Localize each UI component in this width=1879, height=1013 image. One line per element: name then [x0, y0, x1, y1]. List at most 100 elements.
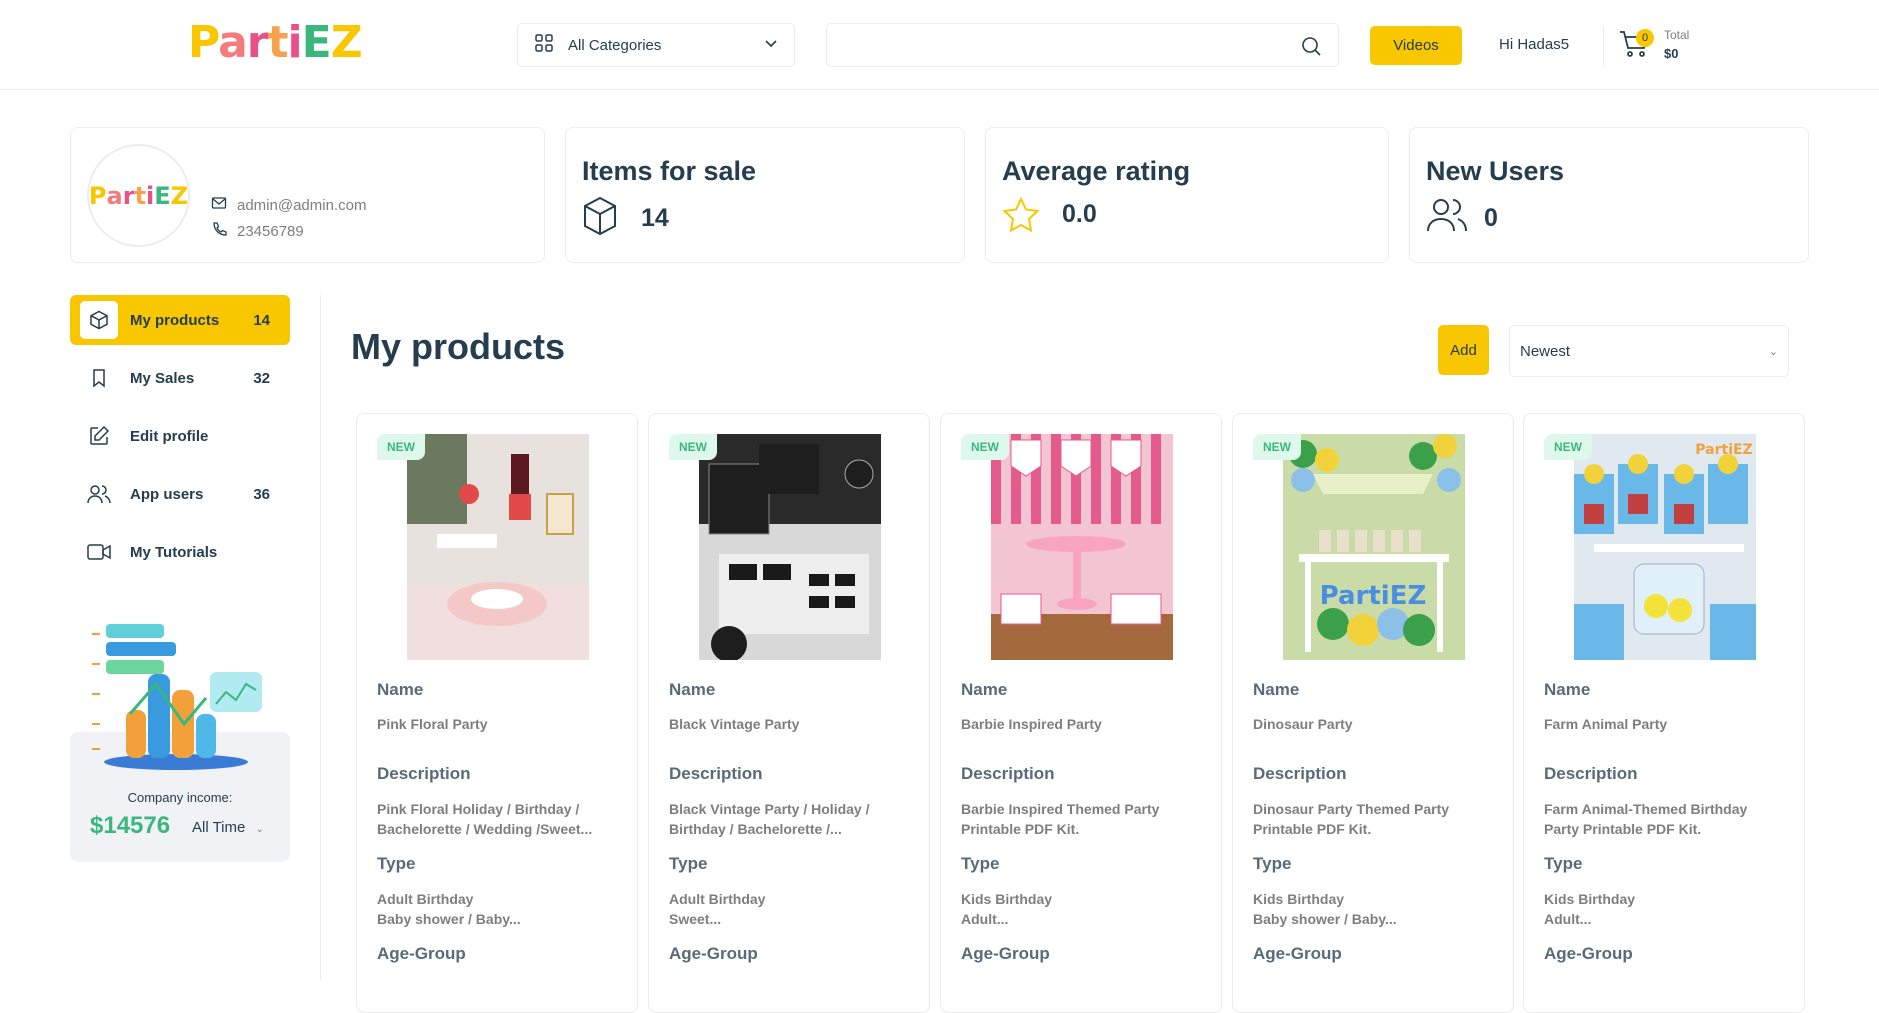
- product-card[interactable]: NEW PartiEZ Name Farm Animal Party Descr…: [1523, 413, 1805, 1013]
- type-label: Type: [961, 854, 1000, 873]
- product-image[interactable]: [407, 434, 589, 660]
- add-button[interactable]: Add: [1438, 325, 1489, 375]
- name-label: Name: [961, 680, 1008, 699]
- name-label: Name: [1544, 680, 1591, 699]
- sidebar-item-count: 32: [253, 369, 270, 387]
- age-group-label: Age-Group: [1544, 944, 1633, 963]
- type-label: Type: [1253, 854, 1292, 873]
- cart-count-badge: 0: [1636, 29, 1654, 47]
- product-name: Dinosaur Party: [1253, 716, 1353, 732]
- income-illustration: [86, 614, 266, 779]
- sidebar-item-count: 36: [253, 485, 270, 503]
- new-badge: NEW: [1544, 434, 1592, 460]
- product-image[interactable]: [991, 434, 1173, 660]
- product-name: Farm Animal Party: [1544, 716, 1668, 732]
- product-description: Farm Animal-Themed Birthday Party Printa…: [1544, 801, 1748, 837]
- grid-icon: [534, 33, 554, 57]
- age-group-label: Age-Group: [669, 944, 758, 963]
- description-label: Description: [669, 764, 763, 783]
- product-type: Adult Birthday Sweet...: [669, 891, 766, 927]
- product-image[interactable]: PartiEZ: [1283, 434, 1465, 660]
- description-label: Description: [1544, 764, 1638, 783]
- age-group-label: Age-Group: [961, 944, 1050, 963]
- video-icon: [80, 533, 118, 571]
- product-type: Kids Birthday Adult...: [961, 891, 1053, 927]
- product-card[interactable]: NEW Name Black Vintage Party Description…: [648, 413, 930, 1013]
- product-card[interactable]: NEW PartiEZ Name Dinosaur Party Descript…: [1232, 413, 1514, 1013]
- category-select[interactable]: All Categories: [517, 23, 795, 67]
- stat-value: 0.0: [1062, 200, 1097, 228]
- product-description: Pink Floral Holiday / Birthday / Bachelo…: [377, 801, 593, 837]
- product-image[interactable]: PartiEZ: [1574, 434, 1756, 660]
- sidebar-item-label: My products: [130, 311, 220, 329]
- profile-phone: 23456789: [211, 221, 304, 241]
- new-badge: NEW: [377, 434, 425, 460]
- name-label: Name: [1253, 680, 1300, 699]
- search-input[interactable]: [826, 23, 1339, 67]
- stat-value: 0: [1484, 204, 1498, 232]
- divider: [320, 295, 321, 980]
- new-badge: NEW: [961, 434, 1009, 460]
- profile-email: admin@admin.com: [211, 195, 366, 215]
- product-description: Black Vintage Party / Holiday / Birthday…: [669, 801, 870, 837]
- type-label: Type: [669, 854, 708, 873]
- sort-select[interactable]: Newest ⌄: [1509, 325, 1789, 377]
- user-greeting[interactable]: Hi Hadas5: [1499, 36, 1569, 53]
- bookmark-icon: [80, 359, 118, 397]
- chevron-down-icon: [764, 36, 778, 54]
- income-label: Company income:: [127, 790, 233, 805]
- product-image[interactable]: [699, 434, 881, 660]
- svg-text:PartiEZ: PartiEZ: [1695, 442, 1752, 458]
- box-icon: [582, 196, 618, 241]
- description-label: Description: [961, 764, 1055, 783]
- sidebar: My products 14 My Sales 32 Edit profile …: [70, 295, 290, 585]
- box-icon: [80, 301, 118, 339]
- product-name: Black Vintage Party: [669, 716, 800, 732]
- product-name: Pink Floral Party: [377, 716, 488, 732]
- avatar: PartiEZ: [87, 144, 190, 247]
- income-period-select[interactable]: All Time ⌄: [192, 819, 264, 836]
- income-period-label: All Time: [192, 819, 246, 836]
- type-label: Type: [1544, 854, 1583, 873]
- product-card[interactable]: NEW Name Barbie Inspired Party Descripti…: [940, 413, 1222, 1013]
- phone-icon: [211, 221, 237, 241]
- page-title: My products: [351, 326, 566, 367]
- new-badge: NEW: [669, 434, 717, 460]
- product-type: Adult Birthday Baby shower / Baby...: [377, 891, 521, 927]
- email-text: admin@admin.com: [237, 196, 367, 214]
- name-label: Name: [377, 680, 424, 699]
- users-icon: [1426, 196, 1468, 239]
- divider: [1603, 26, 1604, 66]
- description-label: Description: [377, 764, 471, 783]
- chevron-down-icon: ⌄: [1768, 345, 1778, 358]
- product-name: Barbie Inspired Party: [961, 716, 1102, 732]
- chevron-down-icon: ⌄: [255, 824, 264, 835]
- income-value: $14576: [90, 812, 171, 839]
- product-description: Barbie Inspired Themed Party Printable P…: [961, 801, 1160, 837]
- sidebar-item-my-products[interactable]: My products 14: [70, 295, 290, 345]
- sidebar-item-my-tutorials[interactable]: My Tutorials: [70, 527, 290, 577]
- profile-card: PartiEZ admin@admin.com 23456789: [70, 127, 545, 263]
- stat-card-items: Items for sale 14: [565, 127, 965, 263]
- users-icon: [80, 475, 118, 513]
- star-icon: [1002, 196, 1040, 239]
- sidebar-item-edit-profile[interactable]: Edit profile: [70, 411, 290, 461]
- product-type: Kids Birthday Adult...: [1544, 891, 1636, 927]
- product-description: Dinosaur Party Themed Party Printable PD…: [1253, 801, 1450, 837]
- category-label: All Categories: [568, 36, 662, 54]
- description-label: Description: [1253, 764, 1347, 783]
- stat-title: New Users: [1426, 156, 1565, 186]
- sidebar-item-app-users[interactable]: App users 36: [70, 469, 290, 519]
- phone-text: 23456789: [237, 222, 304, 240]
- header: PartiEZ All Categories Videos Hi Hadas5 …: [0, 0, 1879, 90]
- total-value: $0: [1664, 46, 1679, 61]
- logo[interactable]: PartiEZ: [188, 18, 363, 68]
- videos-button[interactable]: Videos: [1370, 26, 1462, 65]
- mail-icon: [211, 195, 237, 215]
- product-card[interactable]: NEW Name Pink Floral Party Description P…: [356, 413, 638, 1013]
- stat-card-rating: Average rating 0.0: [985, 127, 1389, 263]
- sidebar-item-my-sales[interactable]: My Sales 32: [70, 353, 290, 403]
- stat-title: Items for sale: [582, 156, 757, 186]
- sort-value: Newest: [1520, 342, 1571, 360]
- sidebar-item-label: App users: [130, 485, 204, 503]
